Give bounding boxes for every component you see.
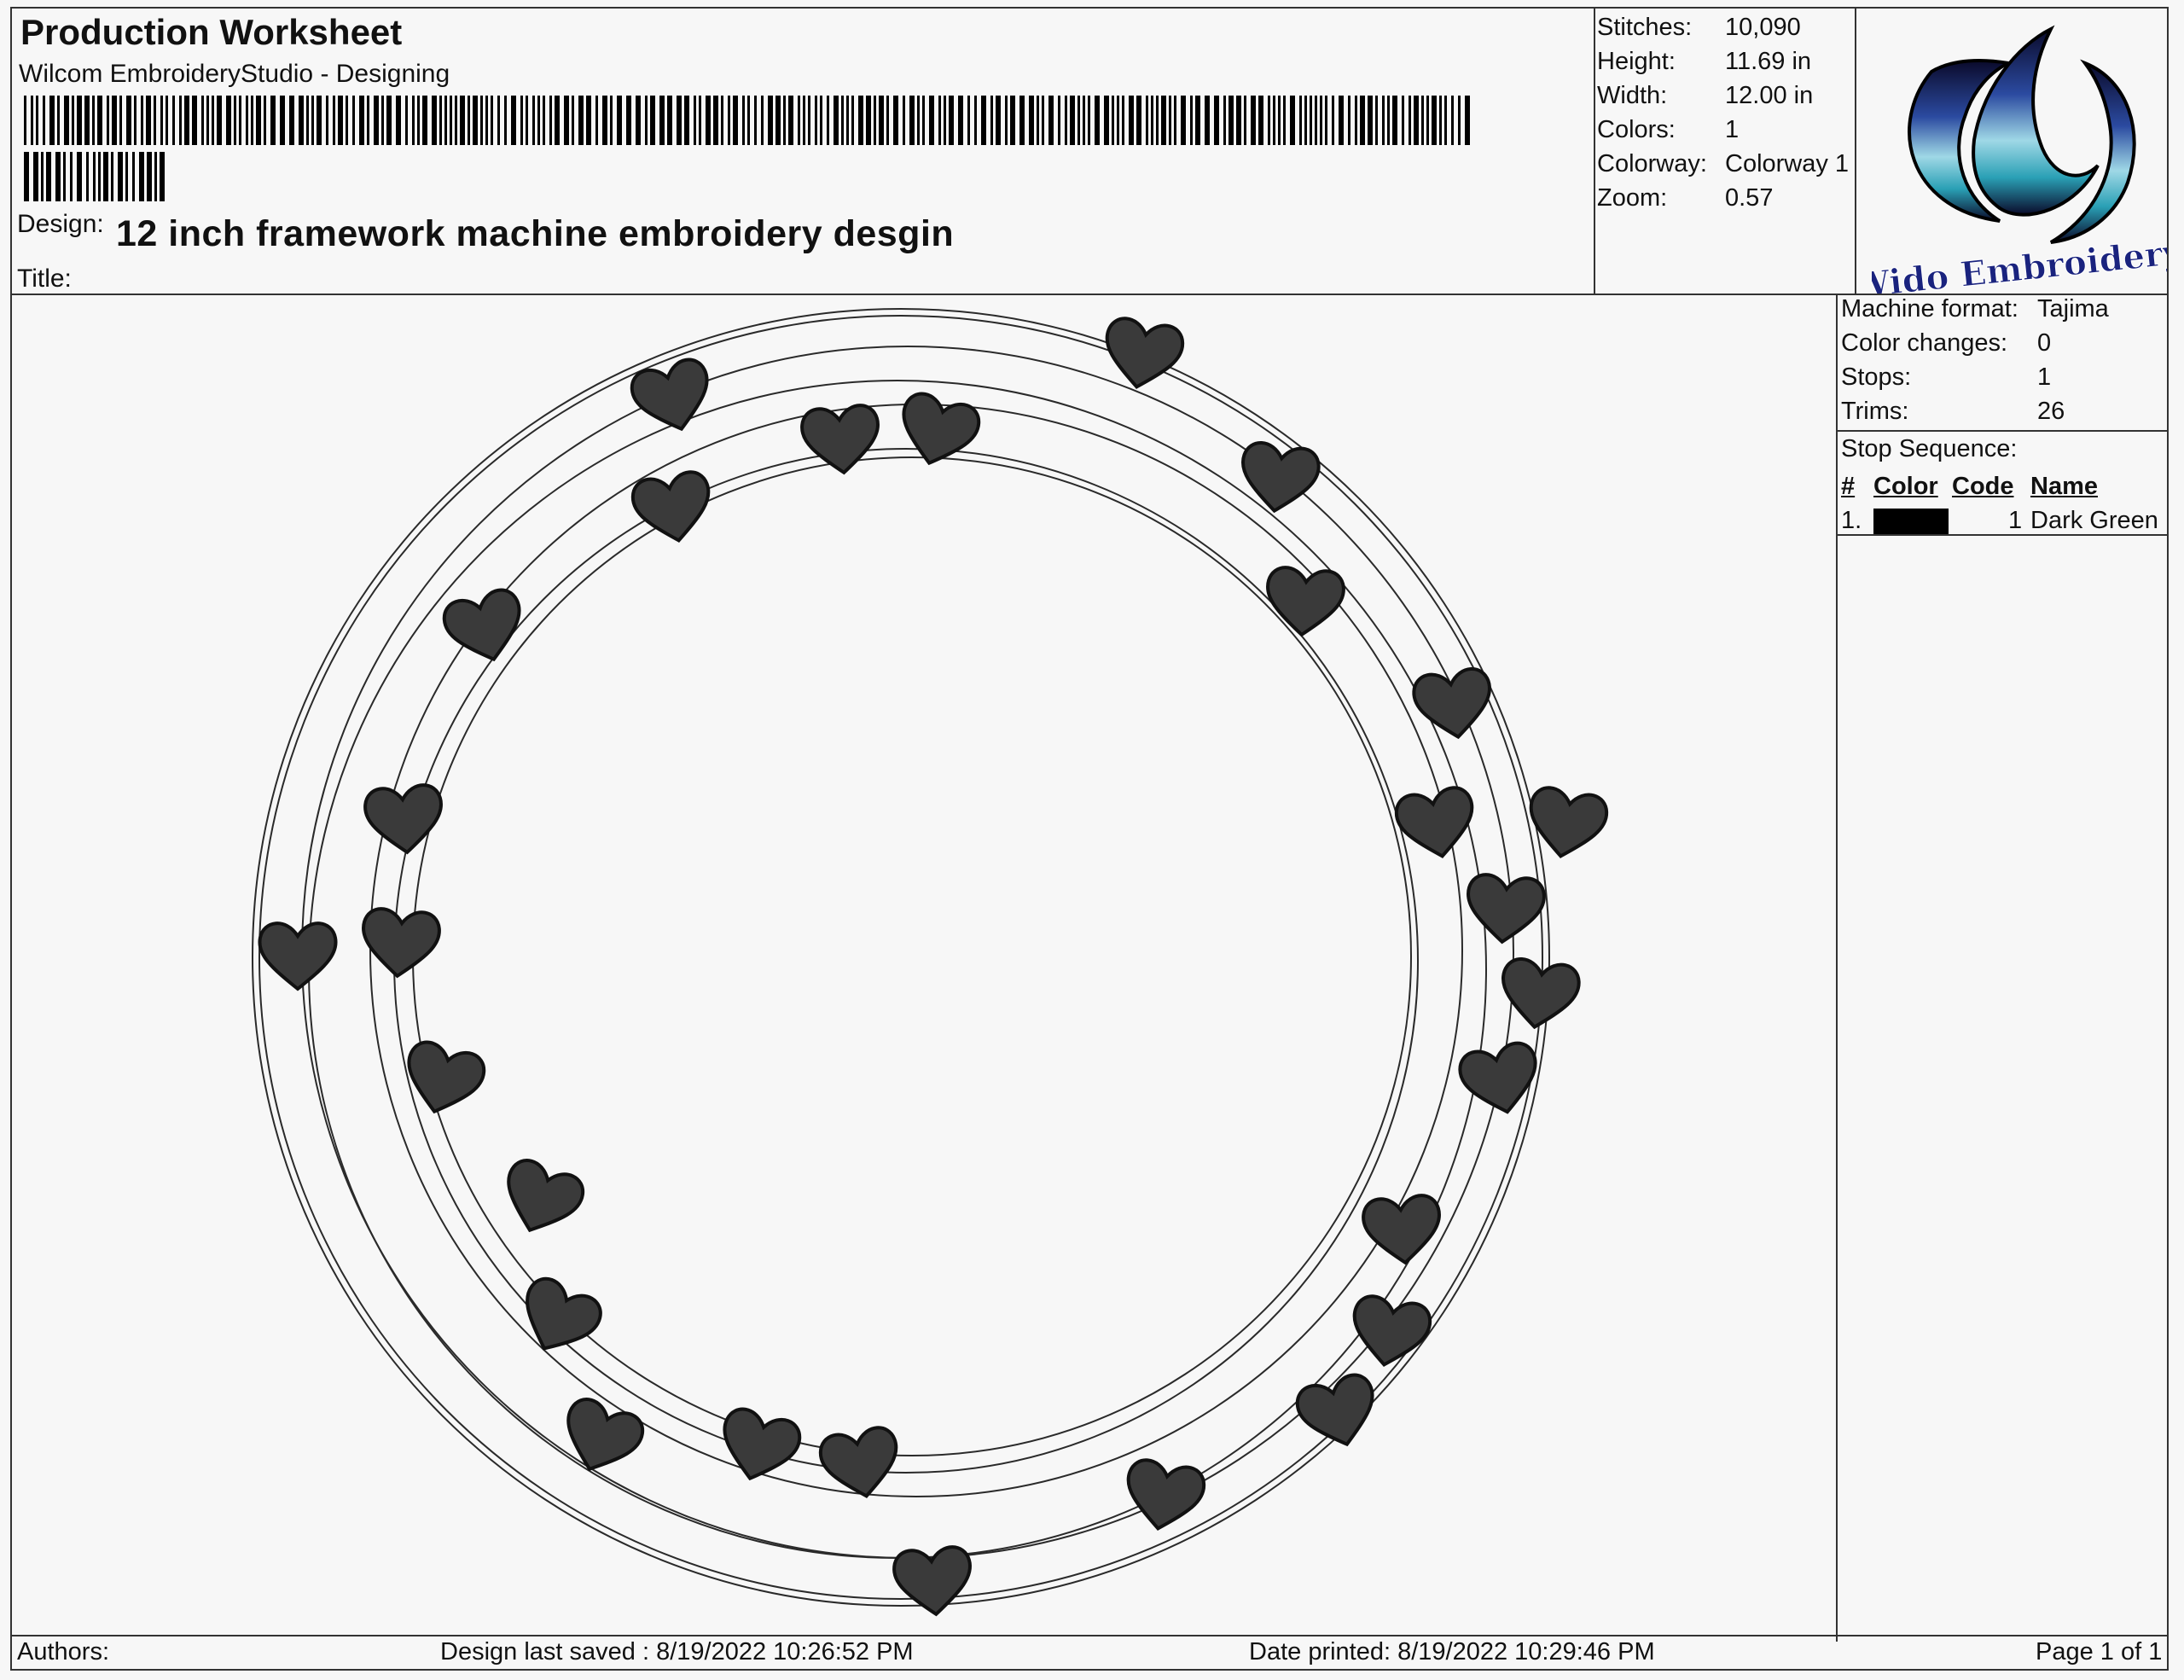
col-number: # (1841, 473, 1856, 500)
design-name: 12 inch framework machine embroidery des… (116, 213, 955, 254)
date-printed: Date printed: 8/19/2022 10:29:46 PM (1249, 1638, 1655, 1665)
last-saved: Design last saved : 8/19/2022 10:26:52 P… (440, 1638, 914, 1665)
production-worksheet: Production Worksheet Wilcom EmbroiderySt… (10, 7, 2169, 1671)
col-name: Name (2030, 473, 2098, 500)
design-label: Design: (17, 210, 104, 238)
heart-motif (507, 1159, 584, 1233)
heart-motif (363, 783, 443, 855)
page-number: Page 1 of 1 (2036, 1638, 2163, 1665)
divider (1836, 430, 2167, 432)
heart-motif (892, 1545, 972, 1617)
stop-number: 1. (1841, 507, 1862, 534)
software-name: Wilcom EmbroideryStudio - Designing (19, 60, 450, 88)
heart-motif (818, 1426, 898, 1498)
heart-motif (1352, 1294, 1432, 1367)
heart-motif (407, 1040, 486, 1114)
divider (1855, 9, 1856, 295)
heart-motif (362, 907, 441, 979)
logo-text: Wido Embroidery (1872, 232, 2167, 294)
heart-motif (1467, 873, 1546, 945)
col-color: Color (1873, 473, 1938, 500)
heart-motifs (258, 317, 1609, 1617)
stop-code: 1 (2008, 507, 2023, 534)
heart-motif (1529, 786, 1609, 858)
wido-embroidery-logo: Wido Embroidery (1872, 25, 2167, 294)
heart-motif (526, 1276, 602, 1351)
title-label: Title: (17, 264, 72, 293)
color-swatch (1873, 509, 1949, 534)
heart-motif (1362, 1194, 1441, 1265)
divider (1594, 9, 1595, 295)
heart-motif (723, 1407, 802, 1481)
embroidery-design-preview (252, 308, 1609, 1617)
heart-motif (1412, 667, 1491, 740)
stop-name: Dark Green (2030, 507, 2158, 534)
heart-motif (1266, 566, 1345, 637)
heart-motif (566, 1398, 644, 1472)
heart-motif (1241, 441, 1321, 514)
heart-motif (1126, 1458, 1206, 1531)
heart-motif (258, 921, 338, 991)
heart-motif (800, 404, 880, 475)
worksheet-title: Production Worksheet (20, 12, 403, 52)
stop-sequence-label: Stop Sequence: (1841, 435, 2018, 462)
barcode (24, 96, 1470, 201)
heart-motif (1295, 1373, 1374, 1447)
heart-motif (630, 358, 709, 432)
col-code: Code (1952, 473, 2014, 500)
divider (1836, 294, 1838, 1642)
authors-label: Authors: (17, 1638, 109, 1665)
